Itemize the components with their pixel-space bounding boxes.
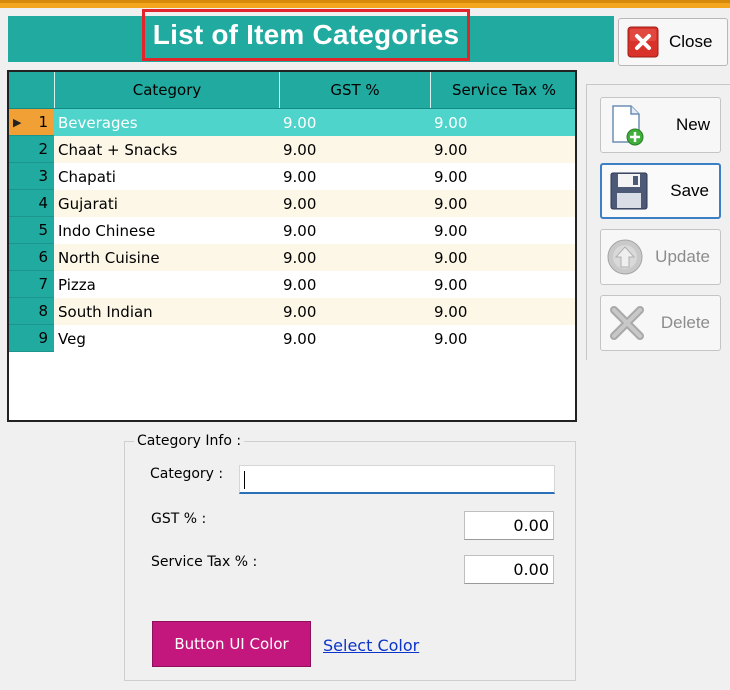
row-header[interactable]: 5 (9, 217, 54, 244)
save-button[interactable]: Save (600, 163, 721, 219)
cell-service-tax[interactable]: 9.00 (430, 271, 575, 298)
cell-gst[interactable]: 9.00 (279, 271, 430, 298)
cell-service-tax[interactable]: 9.00 (430, 163, 575, 190)
new-button-label: New (675, 115, 710, 134)
grid-header: Category GST % Service Tax % (9, 72, 575, 109)
text-caret (244, 471, 245, 489)
row-header[interactable]: ▶ 1 (9, 109, 54, 136)
update-button-label: Update (655, 247, 710, 266)
cell-service-tax[interactable]: 9.00 (430, 298, 575, 325)
cell-gst[interactable]: 9.00 (279, 244, 430, 271)
column-header-gst[interactable]: GST % (279, 72, 430, 108)
save-button-label: Save (670, 181, 709, 200)
cell-category[interactable]: Chapati (54, 163, 279, 190)
row-number: 6 (38, 248, 48, 266)
delete-button-label: Delete (660, 313, 710, 332)
cell-category[interactable]: Veg (54, 325, 279, 352)
cell-service-tax[interactable]: 9.00 (430, 217, 575, 244)
delete-x-icon (610, 306, 644, 340)
row-number: 8 (38, 302, 48, 320)
update-button[interactable]: Update (600, 229, 721, 285)
new-document-icon (612, 105, 644, 146)
table-row[interactable]: 6 North Cuisine 9.00 9.00 (9, 244, 575, 271)
cell-service-tax[interactable]: 9.00 (430, 325, 575, 352)
cell-gst[interactable]: 9.00 (279, 190, 430, 217)
categories-grid[interactable]: Category GST % Service Tax % ▶ 1 Beverages… (7, 70, 577, 422)
cell-category[interactable]: South Indian (54, 298, 279, 325)
cell-category[interactable]: North Cuisine (54, 244, 279, 271)
close-button[interactable]: Close (618, 18, 728, 66)
cell-service-tax[interactable]: 9.00 (430, 190, 575, 217)
grid-corner (9, 72, 54, 108)
close-button-label: Close (669, 32, 713, 51)
table-row[interactable]: 3 Chapati 9.00 9.00 (9, 163, 575, 190)
cell-service-tax[interactable]: 9.00 (430, 109, 575, 136)
row-number: 2 (38, 140, 48, 158)
row-header[interactable]: 7 (9, 271, 54, 298)
table-row[interactable]: 7 Pizza 9.00 9.00 (9, 271, 575, 298)
category-input[interactable] (239, 465, 555, 494)
row-number: 7 (38, 275, 48, 293)
cell-category[interactable]: Gujarati (54, 190, 279, 217)
row-number: 4 (38, 194, 48, 212)
table-row[interactable]: 2 Chaat + Snacks 9.00 9.00 (9, 136, 575, 163)
row-header[interactable]: 6 (9, 244, 54, 271)
cell-service-tax[interactable]: 9.00 (430, 244, 575, 271)
page-title-box: List of Item Categories (142, 9, 470, 61)
new-button[interactable]: New (600, 97, 721, 153)
row-header[interactable]: 9 (9, 325, 54, 352)
cell-category[interactable]: Beverages (54, 109, 279, 136)
column-header-service-tax[interactable]: Service Tax % (430, 72, 575, 108)
category-label: Category : (150, 466, 224, 482)
cell-category[interactable]: Indo Chinese (54, 217, 279, 244)
delete-button[interactable]: Delete (600, 295, 721, 351)
row-header[interactable]: 8 (9, 298, 54, 325)
cell-category[interactable]: Chaat + Snacks (54, 136, 279, 163)
cell-gst[interactable]: 9.00 (279, 163, 430, 190)
row-header[interactable]: 3 (9, 163, 54, 190)
row-number: 5 (38, 221, 48, 239)
service-tax-input[interactable]: 0.00 (464, 555, 554, 584)
row-header[interactable]: 4 (9, 190, 54, 217)
page-title: List of Item Categories (152, 19, 460, 50)
cell-gst[interactable]: 9.00 (279, 325, 430, 352)
gst-input[interactable]: 0.00 (464, 511, 554, 540)
cell-gst[interactable]: 9.00 (279, 109, 430, 136)
close-icon (627, 26, 659, 58)
row-header[interactable]: 2 (9, 136, 54, 163)
table-row[interactable]: ▶ 1 Beverages 9.00 9.00 (9, 109, 575, 136)
row-number: 1 (38, 113, 48, 131)
cell-category[interactable]: Pizza (54, 271, 279, 298)
select-color-link[interactable]: Select Color (323, 636, 419, 655)
floppy-disk-icon (610, 172, 648, 210)
gst-label: GST % : (151, 511, 207, 527)
cell-gst[interactable]: 9.00 (279, 298, 430, 325)
grid-body: ▶ 1 Beverages 9.00 9.00 2 Chaat + Snacks 9.00 9.… (9, 109, 575, 352)
row-number: 3 (38, 167, 48, 185)
cell-service-tax[interactable]: 9.00 (430, 136, 575, 163)
category-info-legend: Category Info : (134, 433, 245, 449)
window-top-strip (0, 0, 730, 8)
button-ui-color-button[interactable]: Button UI Color (152, 621, 311, 667)
column-header-category[interactable]: Category (54, 72, 279, 108)
table-row[interactable]: 4 Gujarati 9.00 9.00 (9, 190, 575, 217)
cell-gst[interactable]: 9.00 (279, 217, 430, 244)
upload-arrow-icon (607, 239, 643, 275)
cell-gst[interactable]: 9.00 (279, 136, 430, 163)
table-row[interactable]: 8 South Indian 9.00 9.00 (9, 298, 575, 325)
row-number: 9 (38, 329, 48, 347)
table-row[interactable]: 9 Veg 9.00 9.00 (9, 325, 575, 352)
service-tax-label: Service Tax % : (151, 554, 258, 570)
current-row-arrow-icon: ▶ (13, 115, 22, 129)
table-row[interactable]: 5 Indo Chinese 9.00 9.00 (9, 217, 575, 244)
